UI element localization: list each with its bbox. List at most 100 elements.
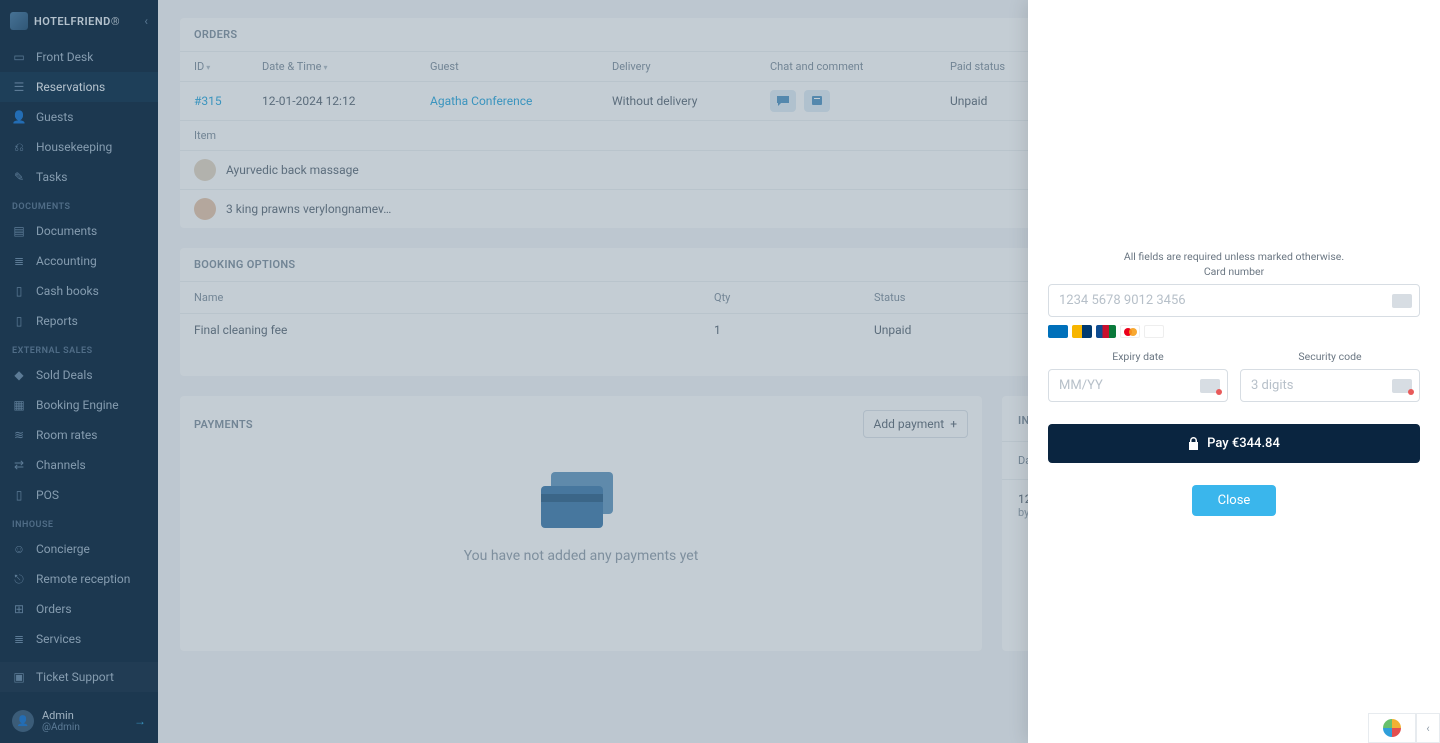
payment-drawer: All fields are required unless marked ot… bbox=[1028, 0, 1440, 743]
item-thumb-icon bbox=[194, 159, 216, 181]
cvc-label: Security code bbox=[1240, 350, 1420, 363]
item-thumb-icon bbox=[194, 198, 216, 220]
housekeeping-icon: ⎌ bbox=[12, 140, 26, 154]
nav-front-desk[interactable]: ▭ Front Desk bbox=[0, 42, 158, 72]
card-icon bbox=[1392, 294, 1412, 308]
calendar-icon bbox=[1200, 379, 1220, 393]
sidebar: HOTELFRIEND® ‹ ▭ Front Desk ☰ Reservatio… bbox=[0, 0, 158, 743]
nav-concierge[interactable]: ☺ Concierge bbox=[0, 534, 158, 564]
accounting-icon: ≣ bbox=[12, 254, 26, 268]
tasks-icon: ✎ bbox=[12, 170, 26, 184]
booking-status: Unpaid bbox=[874, 323, 1034, 337]
engine-icon: ▦ bbox=[12, 398, 26, 412]
nav-cashbooks[interactable]: ▯ Cash books bbox=[0, 276, 158, 306]
rates-icon: ≋ bbox=[12, 428, 26, 442]
nav-channels[interactable]: ⇄ Channels bbox=[0, 450, 158, 480]
item-col-item: Item bbox=[194, 129, 1018, 142]
nav-housekeeping[interactable]: ⎌ Housekeeping bbox=[0, 132, 158, 162]
order-datetime: 12-01-2024 12:12 bbox=[262, 94, 430, 108]
nav-reservations[interactable]: ☰ Reservations bbox=[0, 72, 158, 102]
brand-name: HOTELFRIEND® bbox=[34, 15, 120, 28]
form-note: All fields are required unless marked ot… bbox=[1048, 250, 1420, 263]
payments-panel: PAYMENTS Add payment + You have not adde… bbox=[180, 396, 982, 651]
chat-icon[interactable] bbox=[770, 90, 796, 112]
reservations-icon: ☰ bbox=[12, 80, 26, 94]
jcb-icon bbox=[1096, 325, 1116, 338]
nav-section-inhouse: INHOUSE bbox=[0, 510, 158, 534]
nav-services[interactable]: ≣ Services bbox=[0, 624, 158, 654]
admin-name: Admin bbox=[42, 709, 80, 722]
nav-sold-deals[interactable]: ◆ Sold Deals bbox=[0, 360, 158, 390]
nav-pos[interactable]: ▯ POS bbox=[0, 480, 158, 510]
nav-booking-engine[interactable]: ▦ Booking Engine bbox=[0, 390, 158, 420]
corner-app-icon[interactable] bbox=[1368, 713, 1416, 743]
bancontact-icon bbox=[1072, 325, 1092, 338]
item-name: Ayurvedic back massage bbox=[226, 163, 359, 177]
card-number-input[interactable] bbox=[1048, 284, 1420, 317]
admin-avatar-icon: 👤 bbox=[12, 710, 34, 732]
orders-col-delivery[interactable]: Delivery bbox=[612, 60, 770, 73]
card-brands bbox=[1048, 325, 1420, 338]
lock-icon bbox=[1188, 437, 1199, 450]
visa-icon bbox=[1144, 325, 1164, 338]
pos-icon: ▯ bbox=[12, 488, 26, 502]
payments-empty-text: You have not added any payments yet bbox=[464, 548, 699, 564]
order-delivery: Without delivery bbox=[612, 94, 770, 108]
booking-name: Final cleaning fee bbox=[194, 323, 714, 337]
tag-icon: ◆ bbox=[12, 368, 26, 382]
nav-ticket-support[interactable]: ▣ Ticket Support bbox=[0, 662, 158, 692]
reports-icon: ▯ bbox=[12, 314, 26, 328]
nav-documents[interactable]: ▤ Documents bbox=[0, 216, 158, 246]
services-icon: ≣ bbox=[12, 632, 26, 646]
amex-icon bbox=[1048, 325, 1068, 338]
add-payment-button[interactable]: Add payment + bbox=[863, 410, 968, 438]
admin-arrow-icon: → bbox=[134, 714, 146, 728]
close-button[interactable]: Close bbox=[1192, 485, 1277, 516]
nav-reports[interactable]: ▯ Reports bbox=[0, 306, 158, 336]
guests-icon: 👤 bbox=[12, 110, 26, 124]
brand-logo: HOTELFRIEND® ‹ bbox=[0, 0, 158, 42]
cards-illustration-icon bbox=[541, 472, 621, 532]
orders-col-chat[interactable]: Chat and comment bbox=[770, 60, 950, 73]
booking-qty: 1 bbox=[714, 323, 874, 337]
admin-handle: @Admin bbox=[42, 722, 80, 733]
order-id[interactable]: #315 bbox=[194, 94, 262, 108]
order-guest[interactable]: Agatha Conference bbox=[430, 94, 612, 108]
plus-icon: + bbox=[950, 417, 957, 431]
payments-title: PAYMENTS bbox=[194, 418, 253, 431]
channels-icon: ⇄ bbox=[12, 458, 26, 472]
booking-col-status: Status bbox=[874, 291, 1034, 304]
admin-account[interactable]: 👤 Admin @Admin → bbox=[0, 699, 158, 743]
orders-col-datetime[interactable]: Date & Time▾ bbox=[262, 60, 430, 73]
pay-button[interactable]: Pay €344.84 bbox=[1048, 424, 1420, 463]
nav-room-rates[interactable]: ≋ Room rates bbox=[0, 420, 158, 450]
nav-orders[interactable]: ⊞ Orders bbox=[0, 594, 158, 624]
corner-widgets: ‹ bbox=[1368, 713, 1440, 743]
logo-cube-icon bbox=[10, 12, 28, 30]
concierge-icon: ☺ bbox=[12, 542, 26, 556]
nav-section-external: EXTERNAL SALES bbox=[0, 336, 158, 360]
nav-section-documents: DOCUMENTS bbox=[0, 192, 158, 216]
booking-col-qty: Qty bbox=[714, 291, 874, 304]
booking-col-name: Name bbox=[194, 291, 714, 304]
corner-collapse-icon[interactable]: ‹ bbox=[1416, 713, 1440, 743]
card-number-label: Card number bbox=[1048, 265, 1420, 278]
folder-icon: ▤ bbox=[12, 224, 26, 238]
mastercard-icon bbox=[1120, 325, 1140, 338]
orders-col-guest[interactable]: Guest bbox=[430, 60, 612, 73]
ticket-icon: ▣ bbox=[12, 670, 26, 684]
nav-accounting[interactable]: ≣ Accounting bbox=[0, 246, 158, 276]
orders-icon: ⊞ bbox=[12, 602, 26, 616]
collapse-sidebar-icon[interactable]: ‹ bbox=[144, 14, 148, 28]
desk-icon: ▭ bbox=[12, 50, 26, 64]
nav-remote-reception[interactable]: ⎋ Remote reception bbox=[0, 564, 158, 594]
nav-guests[interactable]: 👤 Guests bbox=[0, 102, 158, 132]
cvc-icon bbox=[1392, 379, 1412, 393]
item-name: 3 king prawns verylongnamev… bbox=[226, 202, 391, 216]
expiry-label: Expiry date bbox=[1048, 350, 1228, 363]
cashbook-icon: ▯ bbox=[12, 284, 26, 298]
comment-icon[interactable] bbox=[804, 90, 830, 112]
remote-icon: ⎋ bbox=[12, 572, 26, 586]
nav-tasks[interactable]: ✎ Tasks bbox=[0, 162, 158, 192]
orders-col-id[interactable]: ID▾ bbox=[194, 60, 262, 73]
